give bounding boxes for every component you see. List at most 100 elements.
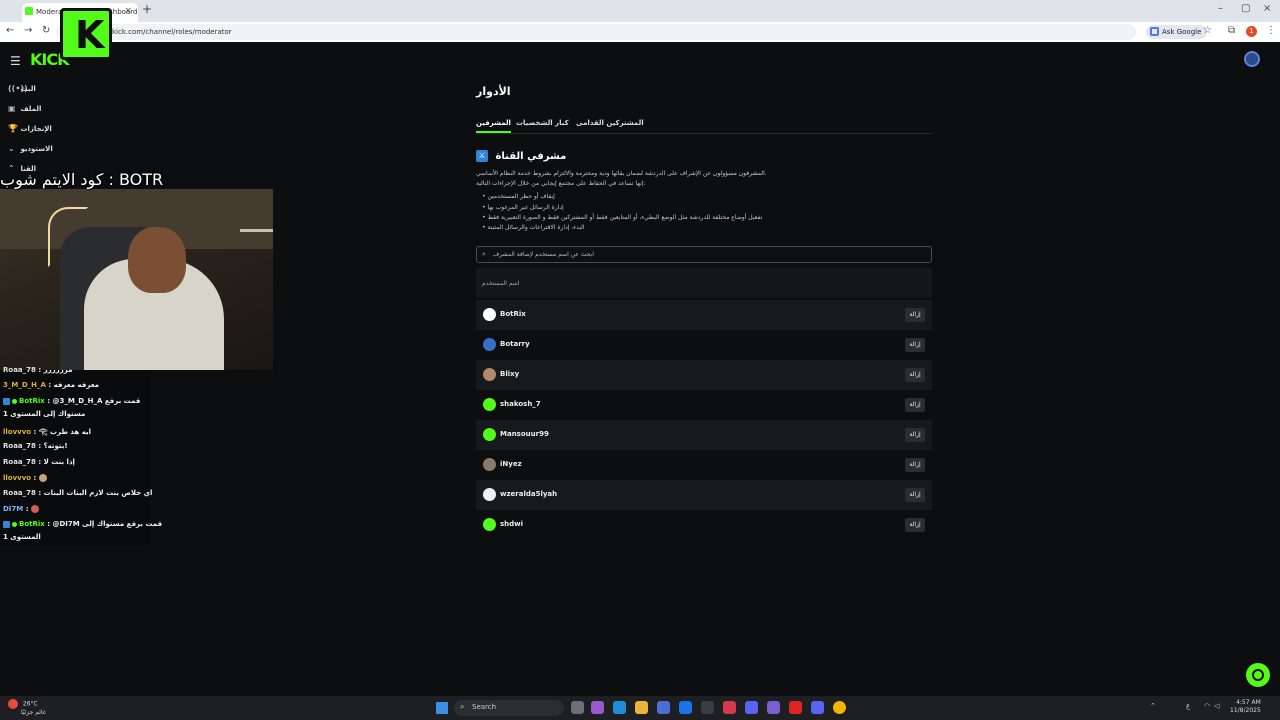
- bullet-item: • البدء، إدارة الاقتراعات والرسائل المثب…: [482, 224, 585, 231]
- edge-icon[interactable]: [613, 701, 626, 714]
- outlook-icon[interactable]: [679, 701, 692, 714]
- copilot-icon[interactable]: [591, 701, 604, 714]
- profile-avatar[interactable]: 1: [1246, 26, 1257, 37]
- back-icon[interactable]: ←: [6, 25, 14, 36]
- table-row: wzeralda5lyah إزالة: [476, 480, 932, 510]
- broadcast-icon: ((•)): [8, 84, 28, 93]
- remove-button[interactable]: إزالة: [905, 458, 925, 472]
- remove-button[interactable]: إزالة: [905, 338, 925, 352]
- chrome-icon[interactable]: [833, 701, 846, 714]
- username[interactable]: Blixy: [500, 370, 519, 378]
- username[interactable]: iNyez: [500, 460, 522, 468]
- avatar: [483, 308, 496, 321]
- minimize-icon[interactable]: –: [1218, 3, 1223, 14]
- remove-button[interactable]: إزالة: [905, 428, 925, 442]
- store-icon[interactable]: [657, 701, 670, 714]
- reload-icon[interactable]: ↻: [42, 25, 50, 36]
- forward-icon[interactable]: →: [24, 25, 32, 36]
- volume-icon[interactable]: ◁: [1214, 702, 1219, 710]
- username[interactable]: Botarry: [500, 340, 530, 348]
- window-close-icon[interactable]: ×: [1263, 3, 1271, 14]
- discord-icon[interactable]: [811, 701, 824, 714]
- emote-icon: [30, 505, 39, 513]
- taskbar-search[interactable]: ⌕ Search: [454, 700, 564, 716]
- browser-tab-strip: Moderators - Kick Dashboard × + – ▢ ×: [0, 0, 1280, 22]
- windows-start-icon[interactable]: [436, 702, 448, 714]
- remove-button[interactable]: إزالة: [905, 398, 925, 412]
- moderator-search-input[interactable]: ⌕ ابحث عن اسم مستخدم لإضافة المشرف: [476, 246, 932, 263]
- sidebar-item-label: الإنجازات: [20, 125, 52, 133]
- maximize-icon[interactable]: ▢: [1241, 3, 1250, 14]
- language-icon[interactable]: ع: [1186, 702, 1190, 710]
- wifi-icon[interactable]: ◠: [1204, 702, 1210, 710]
- chat-message: Roaa_78 : اي خلاص بنت لازم البنات البنات: [3, 489, 153, 497]
- url-field[interactable]: kick.com/channel/roles/moderator: [56, 24, 1136, 40]
- app-icon[interactable]: [723, 701, 736, 714]
- obs-icon[interactable]: [701, 701, 714, 714]
- moderator-badge-icon: [3, 520, 10, 528]
- bullet-item: • إيقاف أو حظر المستخدمين: [482, 193, 555, 200]
- trophy-icon: 🏆: [8, 124, 18, 133]
- teams-icon[interactable]: [745, 701, 758, 714]
- page-title: الأدوار: [476, 85, 511, 98]
- system-clock[interactable]: 4:57 AM 11/8/2025: [1230, 699, 1261, 715]
- chat-message: Roaa_78 : بتوته؟!: [3, 442, 68, 450]
- bullet-item: • تفعيل أوضاع مختلفة للدردشة مثل الوضع ا…: [482, 214, 763, 221]
- tab-moderators[interactable]: المشرفين: [476, 119, 511, 133]
- remove-button[interactable]: إزالة: [905, 368, 925, 382]
- ask-google-label: Ask Google: [1162, 28, 1202, 36]
- sidebar-item-label: الاستوديو: [20, 145, 53, 153]
- moderator-badge-icon: [3, 397, 10, 405]
- remove-button[interactable]: إزالة: [905, 308, 925, 322]
- chat-message: DI7M :: [3, 505, 39, 513]
- avatar: [483, 488, 496, 501]
- tray-chevron-icon[interactable]: ⌃: [1150, 702, 1156, 710]
- extensions-icon[interactable]: ⧉: [1228, 25, 1235, 36]
- address-bar-row: ← → ↻ kick.com/channel/roles/moderator A…: [0, 22, 1280, 42]
- sidebar-item-profile[interactable]: ▣ الملف: [8, 104, 41, 113]
- sidebar-item-label: الملف: [20, 105, 42, 113]
- bullet-item: • إدارة الرسائل غير المرغوب بها: [482, 204, 564, 211]
- username[interactable]: BotRix: [500, 310, 526, 318]
- table-header: اسم المستخدم: [476, 268, 932, 298]
- sidebar-item-stream[interactable]: ((•)) البث: [8, 84, 36, 93]
- clock-time: 4:57 AM: [1236, 699, 1261, 706]
- tab-vips[interactable]: كبار الشخصيات: [516, 119, 569, 127]
- youtube-icon[interactable]: [789, 701, 802, 714]
- tab-og-subscribers[interactable]: المشتركين القدامى: [576, 119, 644, 127]
- username[interactable]: wzeralda5lyah: [500, 490, 557, 498]
- browser-menu-icon[interactable]: ⋮: [1266, 25, 1276, 36]
- tab-close-icon[interactable]: ×: [124, 6, 132, 16]
- chat-message: المستوى 1: [3, 533, 41, 541]
- chat-message: 3_M_D_H_A : معرفه معرفه: [3, 381, 99, 389]
- new-tab-icon[interactable]: +: [142, 2, 152, 16]
- user-avatar[interactable]: [1244, 51, 1260, 67]
- file-explorer-icon[interactable]: [635, 701, 648, 714]
- username[interactable]: shakosh_7: [500, 400, 541, 408]
- search-icon: ⌕: [460, 702, 465, 711]
- help-chat-icon[interactable]: [1246, 663, 1270, 687]
- kick-overlay-logo: K: [60, 8, 112, 60]
- sidebar-item-studio[interactable]: ⌄ الاستوديو: [8, 144, 53, 153]
- hamburger-menu-icon[interactable]: ☰: [10, 54, 21, 68]
- app-icon[interactable]: [767, 701, 780, 714]
- weather-desc: غائم جزئيًا: [21, 709, 46, 716]
- chat-message: llovvvo : 𓂀 ايه هذ طرب: [3, 428, 91, 436]
- table-row: Botarry إزالة: [476, 330, 932, 360]
- username[interactable]: shdwi: [500, 520, 523, 528]
- sidebar-item-achievements[interactable]: 🏆 الإنجازات: [8, 124, 52, 133]
- weather-widget[interactable]: 26°C غائم جزئيًا: [8, 699, 46, 717]
- username[interactable]: Mansouur99: [500, 430, 549, 438]
- table-row: iNyez إزالة: [476, 450, 932, 480]
- ask-google-button[interactable]: Ask Google: [1146, 25, 1208, 39]
- bookmark-star-icon[interactable]: ☆: [1203, 25, 1212, 36]
- remove-button[interactable]: إزالة: [905, 518, 925, 532]
- clock-date: 11/8/2025: [1230, 707, 1261, 714]
- description-line: إنها تساعد في الحفاظ على مجتمع إيجابي من…: [476, 180, 646, 187]
- task-view-icon[interactable]: [571, 701, 584, 714]
- avatar: [483, 338, 496, 351]
- chat-overlay: Roaa_78 : مرررررر 3_M_D_H_A : معرفه معرف…: [0, 366, 162, 545]
- avatar: [483, 458, 496, 471]
- remove-button[interactable]: إزالة: [905, 488, 925, 502]
- sidebar-item-label: البث: [20, 85, 36, 93]
